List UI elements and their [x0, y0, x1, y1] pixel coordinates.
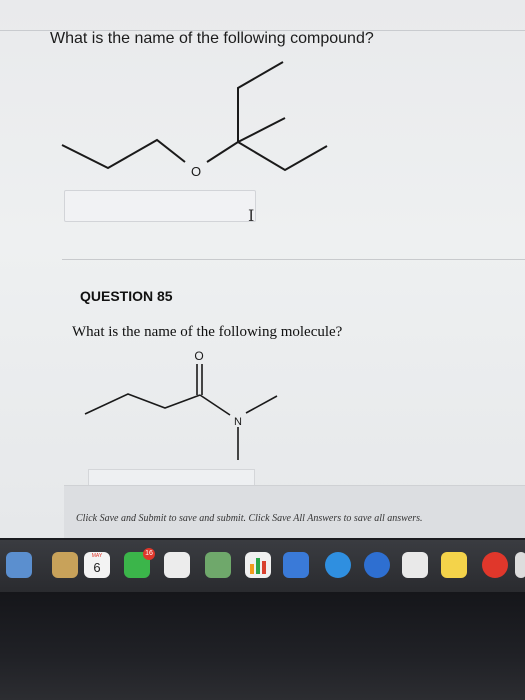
answer-input[interactable] [64, 190, 256, 222]
numbers-icon[interactable] [245, 552, 271, 578]
calendar-day: 6 [93, 560, 101, 575]
preview-icon[interactable] [6, 552, 32, 578]
carbonyl-oxygen-label: O [194, 349, 203, 363]
question-number: QUESTION 85 [80, 288, 173, 304]
calendar-icon[interactable]: MAY 6 [84, 552, 110, 578]
ether-structure [61, 61, 328, 172]
ether-left-chain [61, 138, 186, 170]
pages-icon[interactable] [402, 552, 428, 578]
save-instruction-text: Click Save and Submit to save and submit… [76, 513, 423, 524]
c-n-bond [199, 394, 231, 416]
ether-right-chain [237, 141, 328, 172]
divider [62, 259, 525, 260]
molecule-drawings: O O N [61, 61, 328, 460]
oxygen-atom-label: O [191, 164, 201, 179]
app-icon[interactable] [515, 552, 525, 578]
keynote-icon[interactable] [283, 552, 309, 578]
news-icon[interactable] [482, 552, 508, 578]
maps-icon[interactable] [205, 552, 231, 578]
notification-badge: 16 [143, 548, 155, 560]
text-cursor-icon: I [248, 206, 255, 225]
contacts-icon[interactable] [52, 552, 78, 578]
save-instructions-bar: Click Save and Submit to save and submit… [64, 485, 525, 538]
amide-structure [84, 364, 278, 460]
amide-chain [84, 393, 201, 415]
messages-icon[interactable] [325, 552, 351, 578]
ether-bond-right [206, 117, 286, 163]
nitrogen-atom-label: N [234, 416, 242, 428]
stickies-icon[interactable] [441, 552, 467, 578]
safari-icon[interactable] [364, 552, 390, 578]
calendar-month: MAY [91, 553, 103, 559]
laptop-bezel [0, 592, 525, 700]
n-methyl-bond-1 [245, 395, 278, 414]
question-prompt: What is the name of the following molecu… [72, 324, 343, 340]
browser-content: What is the name of the following compou… [0, 0, 525, 538]
notes-icon[interactable] [164, 552, 190, 578]
